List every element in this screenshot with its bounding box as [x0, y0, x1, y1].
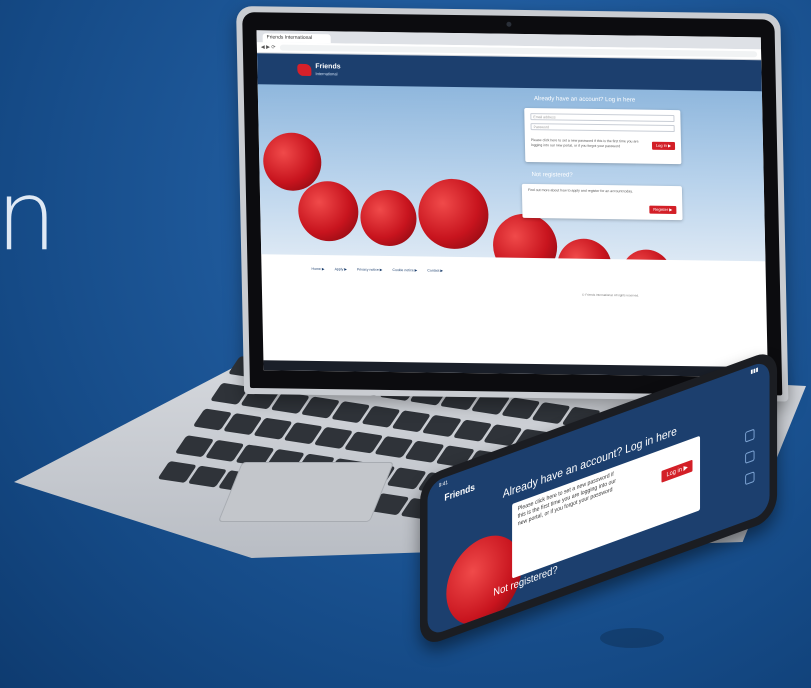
- phone-nav-bar: [745, 428, 755, 486]
- lantern-image: [417, 178, 490, 250]
- login-note: Please click here to set a new password …: [530, 138, 639, 148]
- register-button[interactable]: Register ▶: [649, 205, 677, 215]
- signal-icon: ▮▮▮: [750, 366, 759, 376]
- lantern-image: [297, 180, 359, 242]
- footer-link[interactable]: Contact ▶: [427, 269, 443, 273]
- logo-icon: [297, 63, 312, 77]
- share-icon[interactable]: [745, 449, 755, 464]
- webcam-icon: [506, 21, 512, 27]
- os-taskbar: [263, 360, 768, 378]
- browser-tab[interactable]: Friends International: [262, 33, 331, 44]
- logo-sub: International: [315, 71, 338, 77]
- phone-time: 9:41: [438, 479, 448, 490]
- register-heading: Not registered?: [531, 172, 573, 179]
- site-logo[interactable]: Friends International: [315, 63, 341, 77]
- browser-nav-icons[interactable]: ◀ ▶ ⟳: [261, 44, 276, 50]
- footer-link[interactable]: Apply ▶: [335, 267, 348, 271]
- laptop-trackpad: [217, 462, 395, 522]
- lantern-image: [359, 189, 418, 247]
- email-field[interactable]: Email address: [530, 113, 675, 123]
- laptop-lid: Friends International ◀ ▶ ⟳ Friends Inte…: [236, 6, 789, 402]
- laptop-bezel: Friends International ◀ ▶ ⟳ Friends Inte…: [242, 12, 783, 396]
- laptop-screen: Friends International ◀ ▶ ⟳ Friends Inte…: [256, 30, 768, 378]
- footer-links: Home ▶ Apply ▶ Privacy notice ▶ Cookie n…: [311, 267, 443, 273]
- login-heading: Already have an account? Log in here: [533, 96, 636, 104]
- lantern-image: [556, 238, 613, 262]
- login-panel: Email address Password Please click here…: [524, 107, 682, 165]
- phone-login-button[interactable]: Log in ▶: [661, 459, 693, 483]
- footer-link[interactable]: Home ▶: [311, 267, 324, 271]
- footer-link[interactable]: Privacy notice ▶: [357, 268, 383, 272]
- footer-copyright: © Friends International. All rights rese…: [582, 292, 639, 298]
- tabs-icon[interactable]: [745, 471, 755, 486]
- lantern-image: [621, 249, 673, 262]
- footer-link[interactable]: Cookie notice ▶: [392, 268, 417, 272]
- lantern-image: [492, 213, 558, 262]
- hero-banner: Already have an account? Log in here Ema…: [257, 84, 766, 262]
- lantern-image: [262, 132, 322, 192]
- register-note: Find out more about how to apply and reg…: [527, 187, 633, 194]
- password-field[interactable]: Password: [530, 123, 675, 133]
- back-icon[interactable]: [745, 428, 755, 443]
- hero-partial-glyph: n: [0, 160, 58, 272]
- phone-shadow: [600, 628, 664, 648]
- login-button[interactable]: Log in ▶: [651, 141, 676, 151]
- register-panel: Find out more about how to apply and reg…: [521, 183, 683, 221]
